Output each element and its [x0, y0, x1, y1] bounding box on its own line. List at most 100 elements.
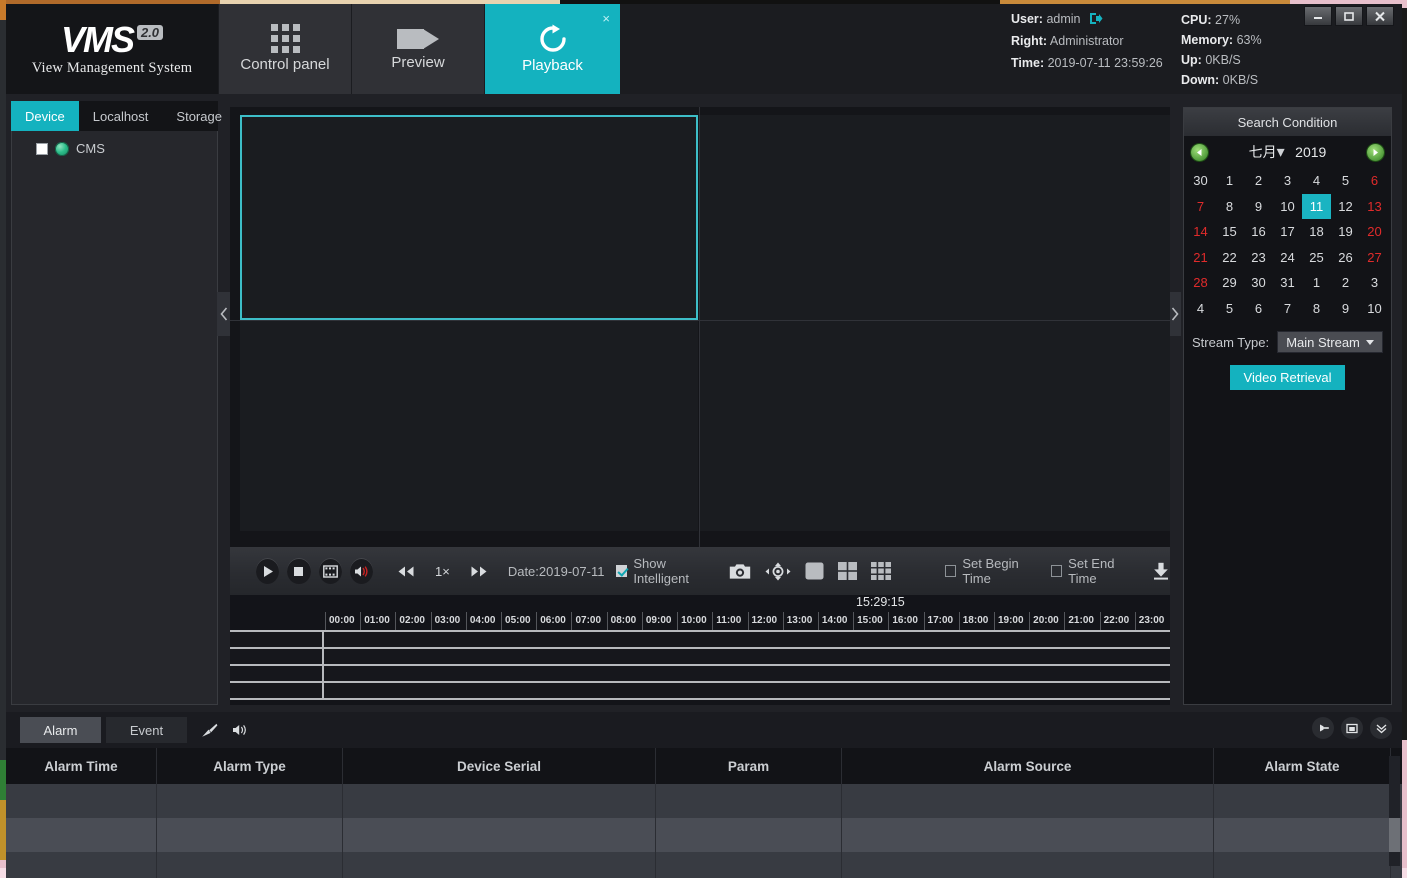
tab-preview[interactable]: Preview: [352, 4, 485, 94]
video-pane-3[interactable]: [240, 321, 698, 531]
playback-speed-label[interactable]: 1×: [435, 564, 450, 579]
restore-panel-button[interactable]: [1341, 717, 1363, 739]
calendar-day[interactable]: 19: [1331, 219, 1360, 245]
clip-button[interactable]: [318, 558, 342, 584]
alarm-table-scrollbar[interactable]: [1389, 756, 1400, 866]
calendar-day[interactable]: 1: [1215, 168, 1244, 194]
calendar-day[interactable]: 12: [1331, 194, 1360, 220]
clear-alarms-button[interactable]: [201, 723, 218, 738]
calendar-day[interactable]: 14: [1186, 219, 1215, 245]
fast-forward-button[interactable]: [470, 565, 488, 578]
tab-storage[interactable]: Storage: [162, 101, 236, 131]
calendar-day[interactable]: 10: [1360, 296, 1389, 322]
calendar-day[interactable]: 15: [1215, 219, 1244, 245]
calendar-day[interactable]: 9: [1244, 194, 1273, 220]
stop-button[interactable]: [287, 558, 311, 584]
calendar-day[interactable]: 26: [1331, 245, 1360, 271]
tree-node-cms[interactable]: CMS: [20, 141, 209, 156]
snapshot-button[interactable]: [729, 563, 751, 580]
calendar-day-selected[interactable]: 11: [1302, 193, 1331, 219]
video-pane-1-selected[interactable]: [240, 115, 698, 320]
timeline-channel-row[interactable]: [230, 683, 1170, 700]
calendar-day[interactable]: 3: [1273, 168, 1302, 194]
download-button[interactable]: [1152, 562, 1170, 580]
calendar-day[interactable]: 1: [1302, 270, 1331, 296]
alarm-table-row[interactable]: [6, 818, 1402, 852]
calendar-day[interactable]: 5: [1215, 296, 1244, 322]
alarm-column-header[interactable]: Alarm Type: [157, 748, 343, 784]
timeline-channel-row[interactable]: [230, 632, 1170, 649]
calendar-day[interactable]: 24: [1273, 245, 1302, 271]
calendar-day[interactable]: 30: [1186, 168, 1215, 194]
timeline-channel-rows[interactable]: [230, 630, 1170, 703]
calendar-day[interactable]: 25: [1302, 245, 1331, 271]
alarm-table-scrollbar-thumb[interactable]: [1389, 818, 1400, 852]
ptz-button[interactable]: [765, 562, 791, 581]
tab-device[interactable]: Device: [11, 101, 79, 131]
calendar-day[interactable]: 4: [1302, 168, 1331, 194]
alarm-table-row[interactable]: [6, 852, 1402, 878]
calendar-day[interactable]: 6: [1360, 168, 1389, 194]
alarm-column-header[interactable]: Alarm Time: [6, 748, 157, 784]
layout-1x1-button[interactable]: [805, 562, 824, 580]
alarm-column-header[interactable]: Device Serial: [343, 748, 656, 784]
tab-localhost[interactable]: Localhost: [79, 101, 163, 131]
alarm-column-header[interactable]: Alarm State: [1214, 748, 1391, 784]
tab-playback[interactable]: × Playback: [485, 4, 621, 94]
calendar-day[interactable]: 30: [1244, 270, 1273, 296]
calendar-day[interactable]: 3: [1360, 270, 1389, 296]
logout-icon[interactable]: [1089, 12, 1103, 25]
calendar-day[interactable]: 16: [1244, 219, 1273, 245]
calendar-day[interactable]: 2: [1331, 270, 1360, 296]
video-pane-2[interactable]: [700, 115, 1170, 320]
calendar-next-month-button[interactable]: [1367, 143, 1384, 161]
calendar-day[interactable]: 18: [1302, 219, 1331, 245]
calendar-day[interactable]: 22: [1215, 245, 1244, 271]
calendar-month-label[interactable]: 七月: [1249, 144, 1277, 160]
alarm-table-row[interactable]: [6, 784, 1402, 818]
calendar-day[interactable]: 20: [1360, 219, 1389, 245]
calendar-day[interactable]: 23: [1244, 245, 1273, 271]
timeline-channel-row[interactable]: [230, 649, 1170, 666]
tab-event[interactable]: Event: [106, 717, 187, 743]
calendar-day[interactable]: 5: [1331, 168, 1360, 194]
rewind-button[interactable]: [397, 565, 415, 578]
calendar-day[interactable]: 4: [1186, 296, 1215, 322]
calendar-day-grid[interactable]: 30 1 2 3 4 5 6 7 8 9 10 11 12 13 14 15 16 17 18 19 20 21 22 23 2…: [1184, 168, 1391, 321]
alarm-sound-button[interactable]: [232, 723, 248, 737]
calendar-prev-month-button[interactable]: [1191, 143, 1208, 161]
calendar-day[interactable]: 31: [1273, 270, 1302, 296]
timeline-hour-ruler[interactable]: 00:00 01:00 02:00 03:00 04:00 05:00 06:00 07:00…: [325, 612, 1170, 630]
timeline-channel-row[interactable]: [230, 666, 1170, 683]
alarm-column-header[interactable]: Param: [656, 748, 842, 784]
collapse-panel-button[interactable]: [1370, 717, 1392, 739]
calendar-day[interactable]: 7: [1186, 194, 1215, 220]
stream-type-select[interactable]: Main Stream: [1277, 331, 1383, 353]
video-pane-4[interactable]: [700, 321, 1170, 531]
calendar-day[interactable]: 10: [1273, 194, 1302, 220]
calendar-day[interactable]: 28: [1186, 270, 1215, 296]
close-button[interactable]: [1366, 6, 1394, 26]
minimize-button[interactable]: [1304, 6, 1332, 26]
calendar-day[interactable]: 13: [1360, 194, 1389, 220]
calendar-day[interactable]: 29: [1215, 270, 1244, 296]
layout-2x2-button[interactable]: [838, 562, 858, 580]
calendar-month-caret-icon[interactable]: ▾: [1277, 144, 1285, 161]
pin-panel-button[interactable]: [1312, 717, 1334, 739]
maximize-button[interactable]: [1335, 6, 1363, 26]
calendar-year-label[interactable]: 2019: [1295, 144, 1326, 160]
set-begin-time-checkbox[interactable]: [945, 565, 957, 577]
calendar-day[interactable]: 6: [1244, 296, 1273, 322]
tab-control-panel[interactable]: Control panel: [219, 4, 352, 94]
alarm-column-header[interactable]: Alarm Source: [842, 748, 1214, 784]
calendar-day[interactable]: 21: [1186, 245, 1215, 271]
tab-playback-close-icon[interactable]: ×: [602, 12, 610, 25]
layout-3x3-button[interactable]: [871, 562, 892, 580]
collapse-left-panel-button[interactable]: [217, 292, 230, 336]
show-intelligent-checkbox[interactable]: [616, 565, 628, 577]
tab-alarm[interactable]: Alarm: [20, 717, 101, 743]
set-end-time-checkbox[interactable]: [1051, 565, 1063, 577]
calendar-day[interactable]: 8: [1302, 296, 1331, 322]
video-retrieval-button[interactable]: Video Retrieval: [1229, 365, 1346, 390]
tree-node-checkbox[interactable]: [36, 142, 48, 155]
